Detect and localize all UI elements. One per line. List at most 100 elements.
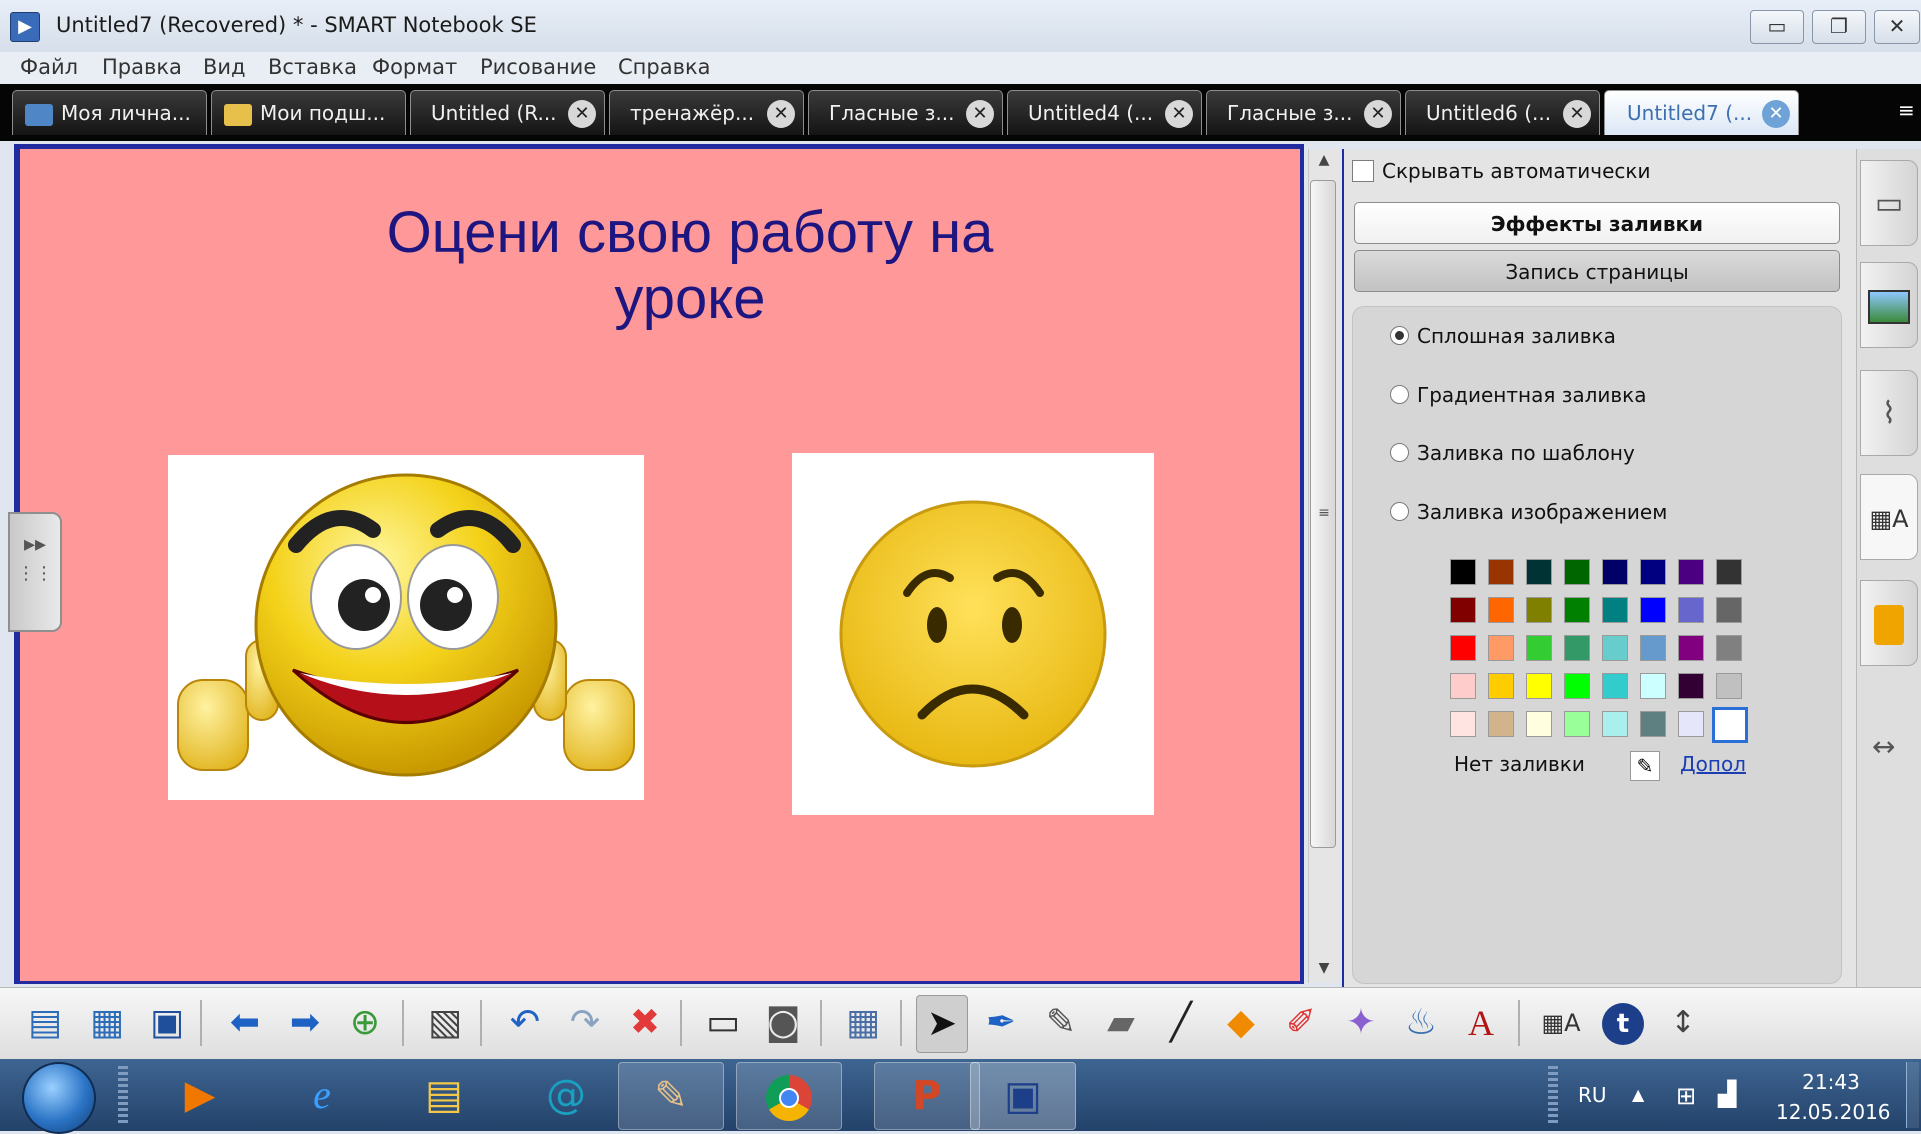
- color-swatch[interactable]: [1602, 711, 1628, 737]
- color-swatch[interactable]: [1450, 711, 1476, 737]
- forward-icon[interactable]: ➡: [280, 995, 330, 1051]
- color-swatch[interactable]: [1678, 673, 1704, 699]
- show-hide-screen-icon[interactable]: ▭: [698, 995, 748, 1051]
- color-swatch[interactable]: [1716, 597, 1742, 623]
- toolbar-position-icon[interactable]: ↕: [1658, 995, 1708, 1051]
- media-player-icon[interactable]: ▶: [148, 1062, 252, 1128]
- close-button[interactable]: ✕: [1874, 10, 1920, 44]
- color-swatch[interactable]: [1602, 635, 1628, 661]
- undo-icon[interactable]: ↶: [500, 995, 550, 1051]
- new-page-icon[interactable]: ▤: [20, 995, 70, 1051]
- tab-untitled-r[interactable]: Untitled (R... ✕: [410, 90, 605, 135]
- sad-smiley-image[interactable]: [792, 453, 1154, 815]
- eyedropper-icon[interactable]: ✎: [1630, 751, 1660, 781]
- eraser-icon[interactable]: ▰: [1096, 995, 1146, 1051]
- color-swatch[interactable]: [1602, 597, 1628, 623]
- fill-option-image[interactable]: Заливка изображением: [1390, 500, 1667, 524]
- addons-icon[interactable]: [1860, 580, 1918, 666]
- powerpoint-icon[interactable]: P: [874, 1062, 980, 1130]
- radio-icon[interactable]: [1390, 502, 1409, 521]
- color-swatch[interactable]: [1488, 635, 1514, 661]
- show-desktop-button[interactable]: [1906, 1062, 1919, 1128]
- fill-effects-button[interactable]: Эффекты заливки: [1354, 202, 1840, 244]
- action-center-icon[interactable]: ⊞: [1676, 1082, 1696, 1110]
- file-explorer-icon[interactable]: ▤: [392, 1062, 496, 1128]
- menu-draw[interactable]: Рисование: [480, 55, 596, 79]
- color-swatch[interactable]: [1640, 559, 1666, 585]
- clock-time[interactable]: 21:43: [1776, 1070, 1886, 1094]
- clock-date[interactable]: 12.05.2016: [1776, 1100, 1891, 1124]
- tab-close-icon[interactable]: ✕: [966, 100, 994, 128]
- tab-untitled4[interactable]: Untitled4 (... ✕: [1007, 90, 1202, 135]
- tab-close-icon[interactable]: ✕: [1364, 100, 1392, 128]
- tab-vowels-2[interactable]: Гласные з... ✕: [1206, 90, 1401, 135]
- color-swatch[interactable]: [1488, 673, 1514, 699]
- color-swatch[interactable]: [1526, 711, 1552, 737]
- autohide-checkbox[interactable]: [1352, 160, 1374, 182]
- fill-option-gradient[interactable]: Градиентная заливка: [1390, 383, 1647, 407]
- line-icon[interactable]: ╱: [1156, 995, 1206, 1051]
- properties-icon[interactable]: ▦A: [1536, 995, 1586, 1051]
- menu-edit[interactable]: Правка: [102, 55, 182, 79]
- shape-recognition-pen-icon[interactable]: ✐: [1276, 995, 1326, 1051]
- creative-pen-icon[interactable]: ✎: [1036, 995, 1086, 1051]
- smart-response-icon[interactable]: t: [1598, 995, 1648, 1051]
- color-swatch[interactable]: [1526, 559, 1552, 585]
- minimize-button[interactable]: ▭: [1750, 10, 1804, 44]
- attachments-icon[interactable]: ⌇: [1860, 370, 1918, 456]
- color-swatch[interactable]: [1640, 635, 1666, 661]
- color-swatch[interactable]: [1526, 635, 1552, 661]
- page-sorter-icon[interactable]: ▭: [1860, 160, 1918, 246]
- tab-vowels-1[interactable]: Гласные з... ✕: [808, 90, 1003, 135]
- tab-close-icon[interactable]: ✕: [1762, 100, 1790, 128]
- color-swatch[interactable]: [1526, 597, 1552, 623]
- color-swatch[interactable]: [1488, 559, 1514, 585]
- color-swatch[interactable]: [1450, 597, 1476, 623]
- side-panel-handle[interactable]: ▸▸ ⋮⋮: [8, 512, 62, 632]
- tab-close-icon[interactable]: ✕: [1165, 100, 1193, 128]
- more-colors-link[interactable]: Допол: [1680, 752, 1746, 776]
- color-swatch[interactable]: [1640, 597, 1666, 623]
- save-icon[interactable]: ▣: [142, 995, 192, 1051]
- color-swatch[interactable]: [1678, 711, 1704, 737]
- start-button[interactable]: [22, 1062, 96, 1134]
- screen-capture-icon[interactable]: ◙: [758, 995, 808, 1051]
- color-swatch[interactable]: [1488, 711, 1514, 737]
- menu-insert[interactable]: Вставка: [268, 55, 357, 79]
- color-swatch[interactable]: [1488, 597, 1514, 623]
- color-swatch[interactable]: [1564, 673, 1590, 699]
- fill-icon[interactable]: ♨: [1396, 995, 1446, 1051]
- menu-file[interactable]: Файл: [20, 55, 78, 79]
- open-file-icon[interactable]: ▦: [82, 995, 132, 1051]
- delete-icon[interactable]: ✖: [620, 995, 670, 1051]
- radio-selected-icon[interactable]: [1390, 326, 1409, 345]
- properties-icon[interactable]: ▦A: [1860, 474, 1918, 560]
- page-recording-button[interactable]: Запись страницы: [1354, 250, 1840, 292]
- color-swatch[interactable]: [1640, 711, 1666, 737]
- color-swatch[interactable]: [1678, 559, 1704, 585]
- select-icon[interactable]: ➤: [916, 995, 968, 1053]
- tab-close-icon[interactable]: ✕: [1563, 100, 1591, 128]
- menu-format[interactable]: Формат: [372, 55, 457, 79]
- radio-icon[interactable]: [1390, 385, 1409, 404]
- tray-expand-icon[interactable]: ▲: [1632, 1085, 1644, 1104]
- tab-close-icon[interactable]: ✕: [568, 100, 596, 128]
- color-swatch[interactable]: [1678, 635, 1704, 661]
- tab-untitled6[interactable]: Untitled6 (... ✕: [1405, 90, 1600, 135]
- smart-notebook-icon[interactable]: ▣: [970, 1062, 1076, 1130]
- color-swatch[interactable]: [1712, 707, 1748, 743]
- no-fill-label[interactable]: Нет заливки: [1454, 752, 1585, 776]
- paste-icon[interactable]: ▧: [420, 995, 470, 1051]
- mail-icon[interactable]: @: [514, 1062, 618, 1128]
- happy-smiley-image[interactable]: [168, 455, 644, 800]
- menu-help[interactable]: Справка: [618, 55, 711, 79]
- restore-button[interactable]: ❐: [1812, 10, 1866, 44]
- color-swatch[interactable]: [1640, 673, 1666, 699]
- scroll-up-icon[interactable]: ▲: [1314, 152, 1334, 172]
- color-swatch[interactable]: [1564, 711, 1590, 737]
- magic-pen-icon[interactable]: ✦: [1336, 995, 1386, 1051]
- add-page-icon[interactable]: ⊕: [340, 995, 390, 1051]
- slide-title[interactable]: Оцени свою работу на уроке: [300, 200, 1080, 332]
- color-swatch[interactable]: [1716, 559, 1742, 585]
- color-swatch[interactable]: [1602, 673, 1628, 699]
